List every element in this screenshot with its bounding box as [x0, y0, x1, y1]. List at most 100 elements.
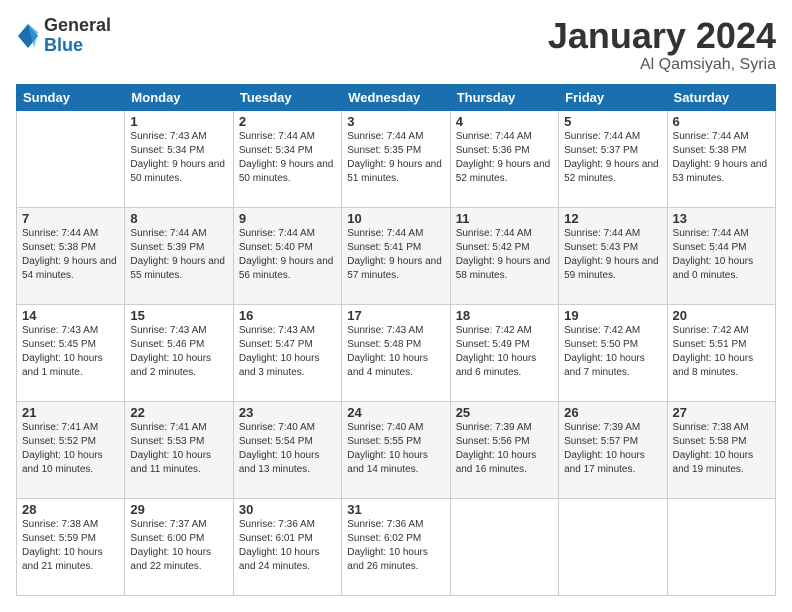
table-row: 6 Sunrise: 7:44 AMSunset: 5:38 PMDayligh… — [667, 110, 775, 207]
table-row: 2 Sunrise: 7:44 AMSunset: 5:34 PMDayligh… — [233, 110, 341, 207]
day-number: 17 — [347, 308, 444, 323]
day-number: 19 — [564, 308, 661, 323]
logo-icon — [16, 22, 40, 50]
table-row — [17, 110, 125, 207]
day-info: Sunrise: 7:43 AMSunset: 5:34 PMDaylight:… — [130, 130, 227, 186]
table-row: 13 Sunrise: 7:44 AMSunset: 5:44 PMDaylig… — [667, 207, 775, 304]
day-number: 14 — [22, 308, 119, 323]
table-row — [450, 498, 558, 595]
title-location: Al Qamsiyah, Syria — [548, 56, 776, 74]
day-info: Sunrise: 7:37 AMSunset: 6:00 PMDaylight:… — [130, 518, 227, 574]
day-info: Sunrise: 7:44 AMSunset: 5:37 PMDaylight:… — [564, 130, 661, 186]
day-info: Sunrise: 7:41 AMSunset: 5:52 PMDaylight:… — [22, 421, 119, 477]
table-row: 25 Sunrise: 7:39 AMSunset: 5:56 PMDaylig… — [450, 401, 558, 498]
logo-text: General Blue — [44, 16, 111, 56]
day-info: Sunrise: 7:42 AMSunset: 5:49 PMDaylight:… — [456, 324, 553, 380]
day-number: 5 — [564, 114, 661, 129]
table-row: 1 Sunrise: 7:43 AMSunset: 5:34 PMDayligh… — [125, 110, 233, 207]
day-number: 10 — [347, 211, 444, 226]
table-row: 3 Sunrise: 7:44 AMSunset: 5:35 PMDayligh… — [342, 110, 450, 207]
day-number: 27 — [673, 405, 770, 420]
table-row: 8 Sunrise: 7:44 AMSunset: 5:39 PMDayligh… — [125, 207, 233, 304]
table-row: 12 Sunrise: 7:44 AMSunset: 5:43 PMDaylig… — [559, 207, 667, 304]
table-row — [559, 498, 667, 595]
table-row: 19 Sunrise: 7:42 AMSunset: 5:50 PMDaylig… — [559, 304, 667, 401]
col-tuesday: Tuesday — [233, 84, 341, 110]
table-row: 18 Sunrise: 7:42 AMSunset: 5:49 PMDaylig… — [450, 304, 558, 401]
day-number: 18 — [456, 308, 553, 323]
day-number: 25 — [456, 405, 553, 420]
day-info: Sunrise: 7:44 AMSunset: 5:41 PMDaylight:… — [347, 227, 444, 283]
table-row: 15 Sunrise: 7:43 AMSunset: 5:46 PMDaylig… — [125, 304, 233, 401]
table-row: 21 Sunrise: 7:41 AMSunset: 5:52 PMDaylig… — [17, 401, 125, 498]
day-info: Sunrise: 7:44 AMSunset: 5:40 PMDaylight:… — [239, 227, 336, 283]
col-thursday: Thursday — [450, 84, 558, 110]
day-number: 28 — [22, 502, 119, 517]
week-row-3: 14 Sunrise: 7:43 AMSunset: 5:45 PMDaylig… — [17, 304, 776, 401]
day-number: 30 — [239, 502, 336, 517]
table-row: 26 Sunrise: 7:39 AMSunset: 5:57 PMDaylig… — [559, 401, 667, 498]
day-number: 20 — [673, 308, 770, 323]
day-info: Sunrise: 7:43 AMSunset: 5:45 PMDaylight:… — [22, 324, 119, 380]
table-row: 30 Sunrise: 7:36 AMSunset: 6:01 PMDaylig… — [233, 498, 341, 595]
day-number: 1 — [130, 114, 227, 129]
day-number: 9 — [239, 211, 336, 226]
day-info: Sunrise: 7:42 AMSunset: 5:51 PMDaylight:… — [673, 324, 770, 380]
day-number: 29 — [130, 502, 227, 517]
day-number: 7 — [22, 211, 119, 226]
day-info: Sunrise: 7:44 AMSunset: 5:34 PMDaylight:… — [239, 130, 336, 186]
day-info: Sunrise: 7:38 AMSunset: 5:59 PMDaylight:… — [22, 518, 119, 574]
header-row: Sunday Monday Tuesday Wednesday Thursday… — [17, 84, 776, 110]
table-row — [667, 498, 775, 595]
day-number: 31 — [347, 502, 444, 517]
day-info: Sunrise: 7:44 AMSunset: 5:36 PMDaylight:… — [456, 130, 553, 186]
day-info: Sunrise: 7:44 AMSunset: 5:43 PMDaylight:… — [564, 227, 661, 283]
week-row-1: 1 Sunrise: 7:43 AMSunset: 5:34 PMDayligh… — [17, 110, 776, 207]
week-row-5: 28 Sunrise: 7:38 AMSunset: 5:59 PMDaylig… — [17, 498, 776, 595]
table-row: 16 Sunrise: 7:43 AMSunset: 5:47 PMDaylig… — [233, 304, 341, 401]
logo: General Blue — [16, 16, 111, 56]
day-info: Sunrise: 7:43 AMSunset: 5:47 PMDaylight:… — [239, 324, 336, 380]
table-row: 14 Sunrise: 7:43 AMSunset: 5:45 PMDaylig… — [17, 304, 125, 401]
day-number: 8 — [130, 211, 227, 226]
day-info: Sunrise: 7:43 AMSunset: 5:48 PMDaylight:… — [347, 324, 444, 380]
table-row: 11 Sunrise: 7:44 AMSunset: 5:42 PMDaylig… — [450, 207, 558, 304]
page: General Blue January 2024 Al Qamsiyah, S… — [0, 0, 792, 612]
day-info: Sunrise: 7:39 AMSunset: 5:56 PMDaylight:… — [456, 421, 553, 477]
day-info: Sunrise: 7:42 AMSunset: 5:50 PMDaylight:… — [564, 324, 661, 380]
table-row: 27 Sunrise: 7:38 AMSunset: 5:58 PMDaylig… — [667, 401, 775, 498]
table-row: 23 Sunrise: 7:40 AMSunset: 5:54 PMDaylig… — [233, 401, 341, 498]
day-info: Sunrise: 7:40 AMSunset: 5:54 PMDaylight:… — [239, 421, 336, 477]
day-info: Sunrise: 7:36 AMSunset: 6:02 PMDaylight:… — [347, 518, 444, 574]
day-number: 15 — [130, 308, 227, 323]
title-month: January 2024 — [548, 16, 776, 56]
table-row: 28 Sunrise: 7:38 AMSunset: 5:59 PMDaylig… — [17, 498, 125, 595]
table-row: 24 Sunrise: 7:40 AMSunset: 5:55 PMDaylig… — [342, 401, 450, 498]
table-row: 22 Sunrise: 7:41 AMSunset: 5:53 PMDaylig… — [125, 401, 233, 498]
day-number: 13 — [673, 211, 770, 226]
logo-blue-text: Blue — [44, 36, 111, 56]
day-number: 12 — [564, 211, 661, 226]
table-row: 17 Sunrise: 7:43 AMSunset: 5:48 PMDaylig… — [342, 304, 450, 401]
col-sunday: Sunday — [17, 84, 125, 110]
calendar-table: Sunday Monday Tuesday Wednesday Thursday… — [16, 84, 776, 596]
table-row: 31 Sunrise: 7:36 AMSunset: 6:02 PMDaylig… — [342, 498, 450, 595]
table-row: 7 Sunrise: 7:44 AMSunset: 5:38 PMDayligh… — [17, 207, 125, 304]
col-saturday: Saturday — [667, 84, 775, 110]
day-number: 26 — [564, 405, 661, 420]
day-number: 24 — [347, 405, 444, 420]
day-number: 21 — [22, 405, 119, 420]
week-row-4: 21 Sunrise: 7:41 AMSunset: 5:52 PMDaylig… — [17, 401, 776, 498]
logo-general-text: General — [44, 16, 111, 36]
col-monday: Monday — [125, 84, 233, 110]
day-info: Sunrise: 7:44 AMSunset: 5:38 PMDaylight:… — [22, 227, 119, 283]
day-number: 22 — [130, 405, 227, 420]
day-info: Sunrise: 7:43 AMSunset: 5:46 PMDaylight:… — [130, 324, 227, 380]
table-row: 20 Sunrise: 7:42 AMSunset: 5:51 PMDaylig… — [667, 304, 775, 401]
day-info: Sunrise: 7:44 AMSunset: 5:44 PMDaylight:… — [673, 227, 770, 283]
day-number: 4 — [456, 114, 553, 129]
table-row: 5 Sunrise: 7:44 AMSunset: 5:37 PMDayligh… — [559, 110, 667, 207]
col-wednesday: Wednesday — [342, 84, 450, 110]
day-info: Sunrise: 7:44 AMSunset: 5:38 PMDaylight:… — [673, 130, 770, 186]
table-row: 10 Sunrise: 7:44 AMSunset: 5:41 PMDaylig… — [342, 207, 450, 304]
